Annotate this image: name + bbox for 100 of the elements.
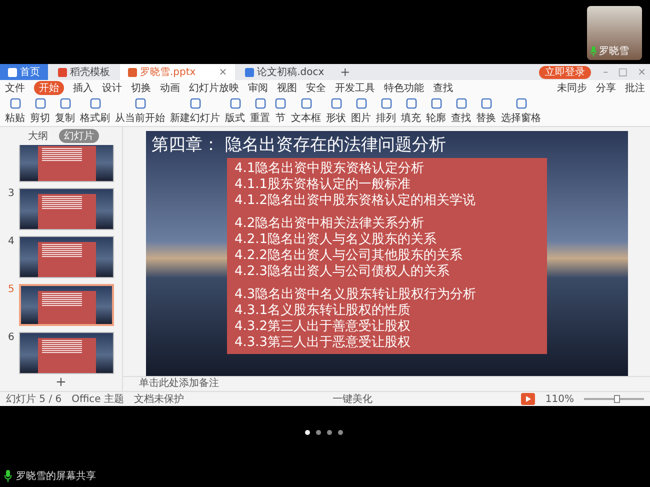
square-icon (190, 98, 200, 108)
document-tab[interactable]: 罗晓雪.pptx × (120, 64, 236, 80)
outline-item: 4.1.2隐名出资中股东资格认定的相关学说 (234, 193, 477, 209)
slide-number: 3 (8, 188, 16, 199)
outline-item: 4.3.3第三人出于恶意受让股权 (234, 335, 412, 351)
toolbar-link[interactable]: 未同步 (557, 81, 587, 95)
square-icon (34, 98, 46, 108)
close-icon[interactable]: × (218, 66, 228, 78)
outline-item: 4.3隐名出资中名义股东转让股权行为分析 (234, 287, 478, 303)
outline-item: 4.2.2隐名出资人与公司其他股东的关系 (234, 248, 464, 264)
login-button[interactable]: 立即登录 (539, 66, 592, 78)
ribbon-tab[interactable]: 动画 (160, 81, 180, 95)
toolbar-button[interactable]: 版式 (225, 98, 245, 124)
zoom-slider-thumb[interactable] (614, 395, 620, 403)
square-icon (275, 98, 286, 108)
square-icon (230, 98, 240, 108)
square-icon (300, 98, 312, 108)
new-tab-button[interactable]: + (334, 65, 356, 79)
toolbar-button[interactable]: 查找 (451, 98, 471, 124)
ribbon-tab[interactable]: 插入 (73, 81, 93, 95)
square-icon (480, 98, 492, 108)
theme-name: Office 主题 (72, 392, 124, 406)
square-icon (406, 98, 416, 108)
sidebar-tab[interactable]: 幻灯片 (59, 129, 99, 143)
file-icon (58, 68, 67, 76)
toolbar-button[interactable]: 剪切 (30, 98, 50, 124)
file-icon (245, 68, 254, 76)
outline-item: 4.1隐名出资中股东资格认定分析 (234, 161, 426, 177)
ribbon-tab[interactable]: 开发工具 (335, 81, 375, 95)
toolbar-button[interactable]: 替换 (476, 98, 496, 124)
sidebar-tab[interactable]: 大纲 (23, 129, 53, 143)
document-tab[interactable]: 稻壳模板 (50, 64, 118, 80)
toolbar-link[interactable]: 分享 (596, 81, 616, 95)
toolbar-button[interactable]: 新建幻灯片 (170, 98, 220, 124)
ribbon-tab[interactable]: 视图 (277, 81, 297, 95)
photo-placeholder (587, 6, 642, 60)
ribbon-tab[interactable]: 幻灯片放映 (189, 81, 239, 95)
toolbar-button[interactable]: 粘贴 (5, 98, 25, 124)
microphone-icon (590, 46, 597, 56)
toolbar-button[interactable]: 选择窗格 (501, 98, 541, 124)
slide-title: 第四章： 隐名出资存在的法律问题分析 (152, 134, 446, 156)
outline-item: 4.3.2第三人出于善意受让股权 (234, 319, 412, 335)
participant-name: 罗晓雪 (599, 44, 629, 58)
document-tab[interactable]: 首页 (0, 64, 48, 80)
toolbar-button[interactable]: 重置 (250, 98, 270, 124)
ribbon-tab[interactable]: 安全 (306, 81, 326, 95)
ribbon-tab[interactable]: 特色功能 (384, 81, 424, 95)
square-icon (430, 98, 442, 108)
slide-number: 4 (8, 236, 16, 247)
file-menu[interactable]: 文件 (5, 81, 25, 95)
outline-item: 4.2.1隐名出资人与名义股东的关系 (234, 232, 438, 248)
slide-counter: 幻灯片 5 / 6 (6, 392, 62, 406)
page-dot[interactable] (327, 430, 332, 435)
toolbar-button[interactable]: 形状 (326, 98, 346, 124)
slide-thumbnail[interactable] (19, 188, 114, 230)
outline-item: 4.1.1股东资格认定的一般标准 (234, 177, 412, 193)
square-icon (10, 98, 20, 108)
document-tab[interactable]: 论文初稿.docx (237, 64, 332, 80)
toolbar-button[interactable]: 文本框 (291, 98, 321, 124)
slide-thumbnail[interactable] (19, 284, 114, 326)
toolbar-link[interactable]: 批注 (625, 81, 645, 95)
zoom-level: 110% (545, 394, 574, 404)
toolbar-button[interactable]: 填充 (401, 98, 421, 124)
ribbon-tab[interactable]: 切换 (131, 81, 151, 95)
screen-share-label: 罗晓雪的屏幕共享 (16, 470, 96, 483)
toolbar-button[interactable]: 节 (275, 98, 286, 124)
file-icon (128, 68, 137, 76)
outline-item: 4.2.3隐名出资人与公司债权人的关系 (234, 264, 451, 280)
toolbar-button[interactable]: 排列 (376, 98, 396, 124)
page-dot[interactable] (305, 430, 310, 435)
slide-number: 5 (8, 284, 16, 295)
search-button[interactable]: 查找 (433, 81, 453, 95)
toolbar-button[interactable]: 格式刷 (80, 98, 110, 124)
square-icon (254, 98, 266, 108)
microphone-icon (4, 470, 12, 482)
square-icon (330, 98, 342, 108)
slide-thumbnail[interactable] (19, 332, 114, 374)
toolbar-button[interactable]: 图片 (351, 98, 371, 124)
toolbar-button[interactable]: 复制 (55, 98, 75, 124)
ribbon-tab[interactable]: 审阅 (248, 81, 268, 95)
outline-item: 4.3.1名义股东转让股权的性质 (234, 303, 412, 319)
beautify-button[interactable]: 一键美化 (332, 392, 373, 406)
square-icon (90, 98, 100, 108)
ribbon-tab[interactable]: 设计 (102, 81, 122, 95)
file-icon (8, 68, 17, 76)
play-icon[interactable] (521, 393, 536, 405)
slide-number: 6 (8, 332, 16, 343)
add-slide-button[interactable]: + (56, 374, 66, 391)
toolbar-button[interactable]: 从当前开始 (115, 98, 165, 124)
protect-status[interactable]: 文档未保护 (134, 392, 184, 406)
square-icon (356, 98, 366, 108)
slide-thumbnail[interactable] (19, 236, 114, 278)
page-dot[interactable] (316, 430, 321, 435)
square-icon (60, 98, 70, 108)
page-dot[interactable] (338, 430, 343, 435)
slide-thumbnail[interactable] (19, 145, 114, 182)
ribbon-tab[interactable]: 开始 (34, 81, 64, 95)
square-icon (516, 98, 526, 108)
notes-field[interactable]: 单击此处添加备注 (123, 376, 650, 391)
toolbar-button[interactable]: 轮廓 (426, 98, 446, 124)
